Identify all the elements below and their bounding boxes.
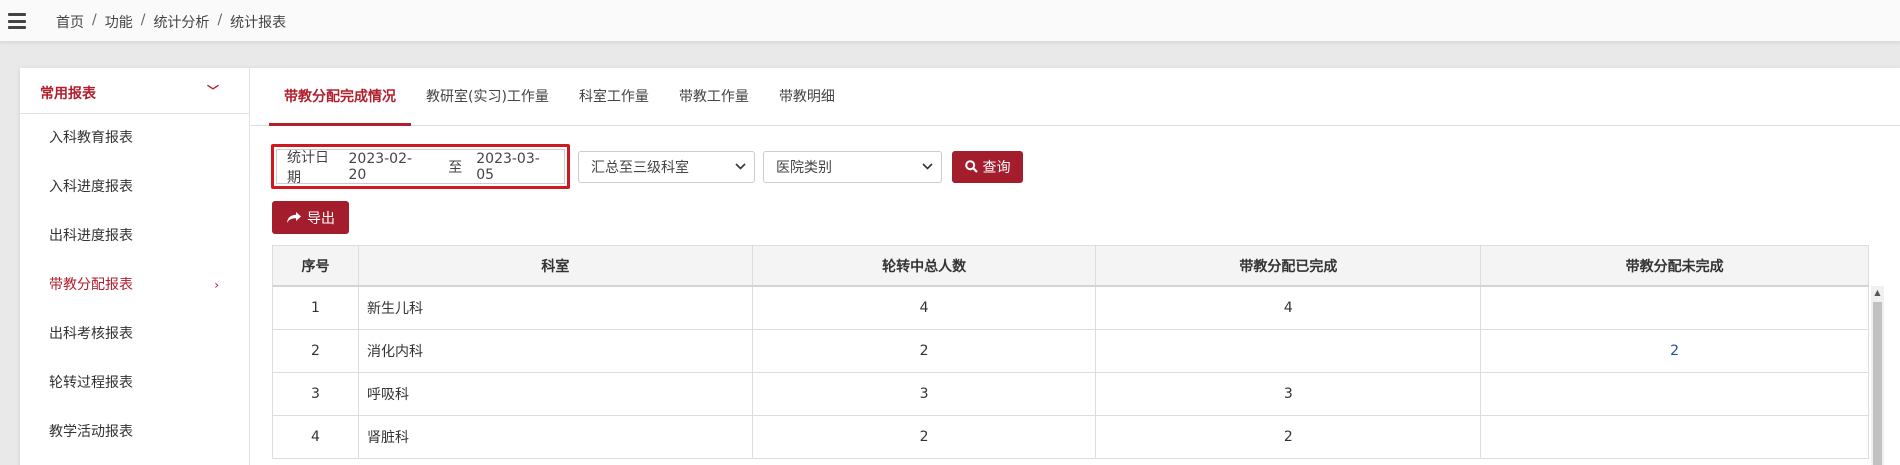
- tab-teaching-detail[interactable]: 带教明细: [764, 68, 850, 125]
- hospital-type-select[interactable]: 医院类别: [763, 150, 942, 183]
- sidebar-item-label: 轮转过程报表: [49, 375, 133, 391]
- sidebar-item-teaching-assignment[interactable]: 带教分配报表 ›: [20, 261, 249, 310]
- breadcrumb-separator: /: [92, 12, 97, 28]
- sidebar-item-label: 入科教育报表: [49, 130, 133, 146]
- cell-department: 肾脏科: [358, 416, 753, 459]
- cell-department: 呼吸科: [358, 373, 753, 416]
- table-row: 2 消化内科 2 2: [273, 330, 1869, 373]
- tab-teaching-workload[interactable]: 带教工作量: [664, 68, 764, 125]
- chevron-right-icon: ›: [214, 278, 219, 292]
- breadcrumb-separator: /: [140, 12, 146, 28]
- chevron-down-icon: [922, 160, 933, 173]
- column-header-assigned-done[interactable]: 带教分配已完成: [1096, 246, 1482, 285]
- cell-assigned-done: 2: [1096, 416, 1482, 459]
- cell-assigned-done: 3: [1096, 373, 1482, 416]
- column-header-rotating-total[interactable]: 轮转中总人数: [753, 246, 1097, 285]
- filter-bar: 统计日期 2023-02-20 至 2023-03-05 汇总至三级科室 医院类…: [271, 144, 1023, 189]
- cell-rotating-total: 2: [752, 416, 1097, 459]
- column-header-department[interactable]: 科室: [359, 246, 753, 285]
- sidebar-item-exit-progress[interactable]: 出科进度报表: [20, 212, 249, 261]
- scroll-up-arrow-icon[interactable]: ▲: [1871, 286, 1884, 300]
- date-label: 统计日期: [287, 149, 329, 186]
- summary-level-select[interactable]: 汇总至三级科室: [578, 150, 755, 183]
- cell-assigned-done: [1096, 330, 1482, 373]
- sidebar-item-label: 教学活动报表: [49, 424, 133, 440]
- chevron-down-icon: ﹀: [206, 84, 219, 98]
- sidebar-item-teaching-activity[interactable]: 教学活动报表: [20, 408, 249, 457]
- main-content: 带教分配完成情况 教研室(实习)工作量 科室工作量 带教工作量 带教明细 统计日…: [251, 68, 1900, 465]
- top-bar: 首页 / 功能 / 统计分析 / 统计报表: [0, 0, 1900, 42]
- cell-index: 4: [273, 416, 359, 459]
- table-header: 序号 科室 轮转中总人数 带教分配已完成 带教分配未完成: [273, 246, 1869, 287]
- breadcrumb-function[interactable]: 功能: [105, 12, 133, 32]
- report-tabs: 带教分配完成情况 教研室(实习)工作量 科室工作量 带教工作量 带教明细: [251, 68, 1900, 126]
- query-button[interactable]: 查询: [952, 150, 1023, 183]
- export-button[interactable]: 导出: [272, 201, 349, 234]
- export-button-label: 导出: [307, 210, 335, 227]
- cell-rotating-total: 2: [752, 330, 1097, 373]
- sidebar-item-rotation-process[interactable]: 轮转过程报表: [20, 359, 249, 408]
- sidebar-item-label: 入科进度报表: [49, 179, 133, 195]
- hospital-type-value: 医院类别: [776, 159, 832, 176]
- date-to-label: 至: [448, 159, 463, 176]
- sidebar-item-entry-progress[interactable]: 入科进度报表: [20, 163, 249, 212]
- breadcrumb-current: 统计报表: [230, 15, 287, 31]
- hamburger-icon[interactable]: [8, 13, 26, 29]
- date-range-input[interactable]: 统计日期 2023-02-20 至 2023-03-05: [276, 149, 565, 186]
- cell-rotating-total: 4: [752, 287, 1097, 330]
- tab-assignment-completion[interactable]: 带教分配完成情况: [269, 68, 411, 126]
- sidebar-item-label: 出科考核报表: [49, 326, 133, 342]
- column-header-index[interactable]: 序号: [273, 246, 359, 285]
- sidebar-item-label: 出科进度报表: [49, 228, 133, 244]
- cell-assigned-done: 4: [1096, 287, 1482, 330]
- sidebar-item-label: 带教分配报表: [49, 277, 133, 293]
- sidebar-group-header[interactable]: 常用报表 ﹀: [20, 68, 249, 114]
- cell-index: 1: [273, 287, 359, 330]
- scrollbar-thumb[interactable]: [1873, 302, 1882, 465]
- cell-assigned-pending: 2: [1481, 330, 1869, 373]
- cell-rotating-total: 3: [752, 373, 1097, 416]
- sidebar-group-title: 常用报表: [40, 86, 96, 102]
- column-header-assigned-pending[interactable]: 带教分配未完成: [1481, 246, 1869, 285]
- query-button-label: 查询: [982, 159, 1011, 176]
- table-row: 1 新生儿科 4 4: [273, 287, 1869, 330]
- sidebar-item-entry-education[interactable]: 入科教育报表: [20, 114, 249, 163]
- table-row: 3 呼吸科 3 3: [273, 373, 1869, 416]
- pending-count-link[interactable]: 2: [1670, 343, 1679, 359]
- start-date-value[interactable]: 2023-02-20: [349, 151, 427, 183]
- search-icon: [964, 160, 978, 173]
- cell-index: 3: [273, 373, 359, 416]
- sidebar-item-exit-assessment[interactable]: 出科考核报表: [20, 310, 249, 359]
- breadcrumb-home[interactable]: 首页: [56, 12, 84, 32]
- report-table: 序号 科室 轮转中总人数 带教分配已完成 带教分配未完成 1 新生儿科 4 4 …: [272, 245, 1869, 459]
- tab-department-workload[interactable]: 科室工作量: [564, 68, 664, 125]
- date-range-highlight: 统计日期 2023-02-20 至 2023-03-05: [271, 144, 570, 189]
- cell-department: 新生儿科: [358, 287, 753, 330]
- share-arrow-icon: [287, 212, 301, 223]
- content-panel: 常用报表 ﹀ 入科教育报表 入科进度报表 出科进度报表 带教分配报表 › 出科考核…: [20, 68, 1900, 465]
- cell-assigned-pending: [1481, 287, 1869, 330]
- report-sidebar: 常用报表 ﹀ 入科教育报表 入科进度报表 出科进度报表 带教分配报表 › 出科考核…: [20, 68, 250, 465]
- breadcrumb-statistics[interactable]: 统计分析: [153, 12, 209, 32]
- cell-index: 2: [273, 330, 359, 373]
- breadcrumb: 首页 / 功能 / 统计分析 / 统计报表: [56, 12, 286, 32]
- breadcrumb-separator: /: [217, 12, 223, 28]
- cell-assigned-pending: [1481, 416, 1869, 459]
- tab-teaching-office-workload[interactable]: 教研室(实习)工作量: [411, 68, 564, 125]
- cell-assigned-pending: [1481, 373, 1869, 416]
- summary-level-value: 汇总至三级科室: [591, 159, 689, 176]
- table-row: 4 肾脏科 2 2: [273, 416, 1869, 459]
- cell-department: 消化内科: [358, 330, 753, 373]
- end-date-value[interactable]: 2023-03-05: [476, 151, 554, 183]
- chevron-down-icon: [735, 160, 746, 173]
- table-scrollbar[interactable]: ▲: [1871, 286, 1884, 465]
